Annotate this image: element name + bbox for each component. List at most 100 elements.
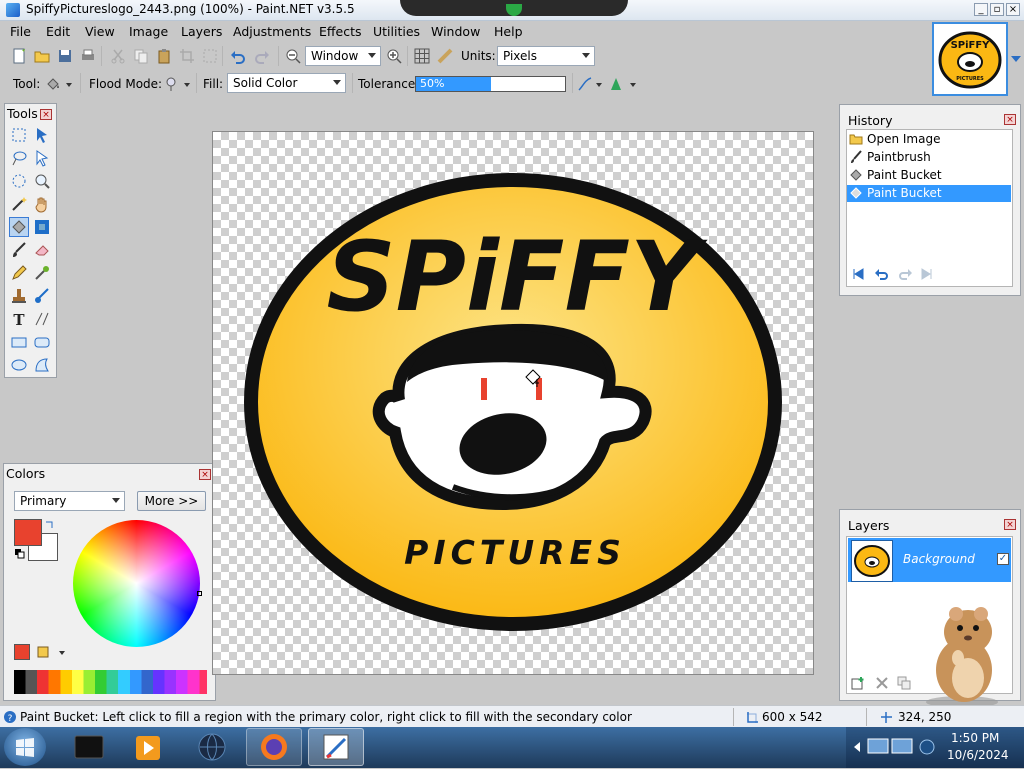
- history-item-open-image[interactable]: Open Image: [847, 131, 1011, 148]
- freeform-shape-icon[interactable]: [33, 356, 51, 374]
- save-icon[interactable]: [57, 48, 73, 64]
- more-colors-button[interactable]: More >>: [137, 491, 206, 511]
- flood-dropdown-arrow[interactable]: [184, 83, 190, 87]
- maximize-button[interactable]: ▫: [990, 3, 1004, 16]
- antialias-dropdown-arrow[interactable]: [596, 83, 602, 87]
- ellipse-select-icon[interactable]: [10, 172, 28, 190]
- menu-edit[interactable]: Edit: [46, 24, 70, 39]
- cut-icon[interactable]: [110, 48, 126, 64]
- network-icon[interactable]: [864, 735, 922, 759]
- ellipse-icon[interactable]: [10, 356, 28, 374]
- color-wheel[interactable]: [73, 520, 200, 647]
- paint-bucket-icon[interactable]: [45, 76, 61, 92]
- duplicate-layer-icon[interactable]: [897, 676, 911, 690]
- color-palette[interactable]: [14, 670, 207, 694]
- add-layer-icon[interactable]: [851, 676, 865, 690]
- rounded-rectangle-icon[interactable]: [33, 333, 51, 351]
- image-thumbnail[interactable]: SPiFFY PICTURES: [932, 22, 1008, 96]
- add-to-palette-icon[interactable]: [14, 644, 30, 660]
- print-icon[interactable]: [80, 48, 96, 64]
- tray-expand-icon[interactable]: [852, 737, 862, 757]
- menu-adjustments[interactable]: Adjustments: [233, 24, 311, 39]
- rectangle-icon[interactable]: [10, 333, 28, 351]
- close-button[interactable]: ×: [1006, 3, 1020, 16]
- volume-icon[interactable]: [918, 738, 936, 756]
- menu-file[interactable]: File: [10, 24, 31, 39]
- paste-icon[interactable]: [156, 48, 172, 64]
- recolor-icon[interactable]: [33, 287, 51, 305]
- colors-panel-close-button[interactable]: ×: [199, 469, 211, 480]
- palette-dropdown-arrow[interactable]: [59, 651, 65, 655]
- thumbnail-scroll-arrow[interactable]: [1011, 56, 1021, 62]
- menu-image[interactable]: Image: [129, 24, 168, 39]
- image-canvas[interactable]: SPiFFY PICTURES: [212, 131, 814, 675]
- taskbar-media-player-button[interactable]: [120, 728, 176, 766]
- pan-tool-icon[interactable]: [33, 195, 51, 213]
- lasso-select-icon[interactable]: [10, 149, 28, 167]
- zoom-select[interactable]: Window: [305, 46, 381, 66]
- history-item-paintbrush[interactable]: Paintbrush: [847, 149, 1011, 166]
- taskbar-desktop-button[interactable]: [61, 728, 117, 766]
- menu-effects[interactable]: Effects: [319, 24, 362, 39]
- tools-panel-close-button[interactable]: ×: [40, 109, 52, 120]
- zoom-out-icon[interactable]: [285, 48, 301, 64]
- tolerance-slider[interactable]: 50%: [415, 76, 566, 92]
- primary-color-swatch[interactable]: [14, 519, 42, 546]
- delete-layer-icon[interactable]: [875, 676, 889, 690]
- move-selection-icon[interactable]: [33, 126, 51, 144]
- undo-icon[interactable]: [230, 48, 246, 64]
- antialias-icon[interactable]: [577, 76, 593, 92]
- flood-mode-icon[interactable]: [163, 76, 179, 92]
- taskbar-firefox-button[interactable]: [246, 728, 302, 766]
- alpha-blending-icon[interactable]: [608, 76, 624, 92]
- menu-layers[interactable]: Layers: [181, 24, 222, 39]
- clock-date[interactable]: 10/6/2024: [947, 748, 1009, 762]
- color-mode-select[interactable]: Primary: [14, 491, 125, 511]
- crop-icon[interactable]: [179, 48, 195, 64]
- menu-window[interactable]: Window: [431, 24, 480, 39]
- history-last-icon[interactable]: [920, 267, 934, 281]
- redo-icon[interactable]: [254, 48, 270, 64]
- clone-stamp-icon[interactable]: [10, 287, 28, 305]
- taskbar-browser-button[interactable]: [184, 728, 240, 766]
- color-picker-icon[interactable]: [33, 264, 51, 282]
- reset-colors-icon[interactable]: [14, 548, 26, 560]
- open-icon[interactable]: [34, 48, 50, 64]
- rectangle-select-icon[interactable]: [10, 126, 28, 144]
- text-tool-icon[interactable]: T: [10, 310, 28, 328]
- paintbrush-icon[interactable]: [10, 241, 28, 259]
- pencil-icon[interactable]: [10, 264, 28, 282]
- tool-dropdown-arrow[interactable]: [66, 83, 72, 87]
- menu-view[interactable]: View: [85, 24, 115, 39]
- blending-dropdown-arrow[interactable]: [630, 83, 636, 87]
- new-icon[interactable]: [11, 48, 27, 64]
- start-button[interactable]: [4, 728, 46, 766]
- move-selected-icon[interactable]: [33, 149, 51, 167]
- minimize-button[interactable]: _: [974, 3, 988, 16]
- clock-time[interactable]: 1:50 PM: [951, 731, 999, 745]
- units-select[interactable]: Pixels: [497, 46, 595, 66]
- layer-visibility-checkbox[interactable]: ✓: [997, 553, 1009, 565]
- eraser-icon[interactable]: [33, 241, 51, 259]
- fill-select[interactable]: Solid Color: [227, 73, 346, 93]
- history-item-paint-bucket[interactable]: Paint Bucket: [847, 167, 1011, 184]
- copy-icon[interactable]: [133, 48, 149, 64]
- line-curve-icon[interactable]: [33, 310, 51, 328]
- deselect-icon[interactable]: [202, 48, 218, 64]
- zoom-tool-icon[interactable]: [33, 172, 51, 190]
- magic-wand-icon[interactable]: [10, 195, 28, 213]
- swap-colors-icon[interactable]: [44, 519, 56, 531]
- layers-panel-close-button[interactable]: ×: [1004, 519, 1016, 530]
- grid-icon[interactable]: [414, 48, 430, 64]
- menu-help[interactable]: Help: [494, 24, 523, 39]
- history-panel-close-button[interactable]: ×: [1004, 114, 1016, 125]
- history-first-icon[interactable]: [851, 267, 865, 281]
- gradient-icon[interactable]: [33, 218, 51, 236]
- layer-row-background[interactable]: Background ✓: [848, 538, 1011, 582]
- menu-utilities[interactable]: Utilities: [373, 24, 420, 39]
- taskbar-paintnet-button[interactable]: [308, 728, 364, 766]
- paint-bucket-tool-selected[interactable]: [9, 217, 29, 237]
- history-item-paint-bucket-selected[interactable]: Paint Bucket: [847, 185, 1011, 202]
- zoom-in-icon[interactable]: [386, 48, 402, 64]
- history-redo-icon[interactable]: [897, 267, 913, 281]
